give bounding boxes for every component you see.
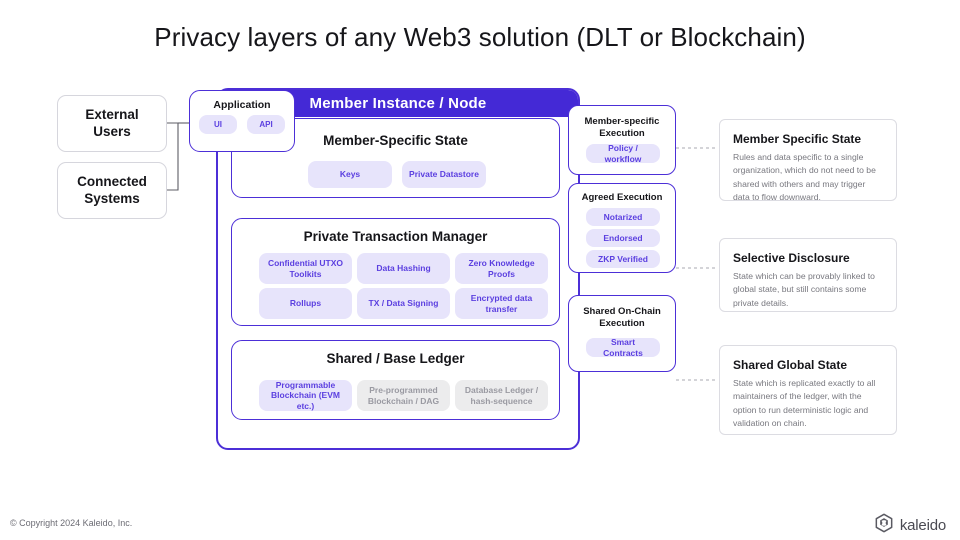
entity-label: Connected Systems — [77, 173, 147, 206]
pill-keys[interactable]: Keys — [308, 161, 392, 188]
pill-confidential-utxo-toolkits[interactable]: Confidential UTXO Toolkits — [259, 253, 352, 284]
pill-data-hashing[interactable]: Data Hashing — [357, 253, 450, 284]
exec-title: Agreed Execution — [581, 192, 663, 203]
annotation-member-specific-state: Member Specific State Rules and data spe… — [719, 119, 897, 202]
kaleido-logo-icon — [874, 513, 894, 538]
pill-api[interactable]: API — [247, 115, 285, 134]
annotation-body: State which is replicated exactly to all… — [733, 378, 876, 428]
member-instance-title: Member Instance / Node — [309, 95, 487, 112]
entity-external-users[interactable]: External Users — [57, 95, 167, 152]
pill-label: Policy / workflow — [604, 142, 642, 164]
pill-label: Data Hashing — [376, 263, 431, 274]
pill-label: UI — [214, 119, 222, 129]
pill-label: Smart Contracts — [603, 336, 643, 358]
annotation-shared-global-state: Shared Global State State which is repli… — [719, 345, 897, 435]
pill-endorsed[interactable]: Endorsed — [586, 229, 660, 247]
pill-label: Encrypted data transfer — [470, 292, 533, 314]
pill-label: Private Datastore — [409, 169, 479, 180]
pill-zkp-verified[interactable]: ZKP Verified — [586, 250, 660, 268]
pill-programmable-blockchain[interactable]: Programmable Blockchain (EVM etc.) — [259, 380, 352, 411]
copyright-text: © Copyright 2024 Kaleido, Inc. — [10, 518, 133, 528]
layer-shared-base-ledger: Shared / Base Ledger Programmable Blockc… — [231, 340, 560, 420]
exec-title: Shared On-Chain Execution — [583, 306, 661, 330]
pill-database-ledger[interactable]: Database Ledger / hash-sequence — [455, 380, 548, 411]
exec-card-member-specific-execution[interactable]: Member-specific Execution Policy / workf… — [568, 105, 676, 175]
pill-label: Zero Knowledge Proofs — [468, 257, 535, 279]
pill-label: Confidential UTXO Toolkits — [267, 257, 344, 279]
pill-smart-contracts[interactable]: Smart Contracts — [586, 336, 660, 358]
pill-label: Keys — [339, 169, 361, 180]
pill-tx-data-signing[interactable]: TX / Data Signing — [357, 288, 450, 319]
application-card[interactable]: Application UI API — [189, 90, 295, 152]
exec-card-shared-onchain-execution[interactable]: Shared On-Chain Execution Smart Contract… — [568, 295, 676, 372]
layer-title: Shared / Base Ledger — [326, 351, 465, 366]
annotation-selective-disclosure: Selective Disclosure State which can be … — [719, 238, 897, 312]
pill-label: API — [259, 119, 273, 129]
pill-pre-programmed-blockchain[interactable]: Pre-programmed Blockchain / DAG — [357, 380, 450, 411]
layer-title: Private Transaction Manager — [303, 229, 488, 244]
page-title: Privacy layers of any Web3 solution (DLT… — [154, 22, 806, 52]
application-title: Application — [213, 99, 271, 111]
annotation-title: Shared Global State — [733, 358, 848, 372]
pill-label: Database Ledger / hash-sequence — [464, 384, 539, 406]
annotation-title: Selective Disclosure — [733, 251, 850, 265]
pill-rollups[interactable]: Rollups — [259, 288, 352, 319]
kaleido-wordmark: kaleido — [899, 517, 946, 534]
exec-card-agreed-execution[interactable]: Agreed Execution Notarized Endorsed ZKP … — [568, 183, 676, 273]
layer-private-transaction-manager: Private Transaction Manager Confidential… — [231, 218, 560, 326]
pill-label: Notarized — [603, 211, 643, 222]
pill-private-datastore[interactable]: Private Datastore — [402, 161, 486, 188]
pill-label: TX / Data Signing — [368, 298, 439, 309]
pill-label: Programmable Blockchain (EVM etc.) — [271, 379, 340, 411]
annotation-title: Member Specific State — [733, 132, 862, 146]
pill-encrypted-data-transfer[interactable]: Encrypted data transfer — [455, 288, 548, 319]
pill-zero-knowledge-proofs[interactable]: Zero Knowledge Proofs — [455, 253, 548, 284]
pill-label: ZKP Verified — [598, 253, 648, 264]
pill-notarized[interactable]: Notarized — [586, 208, 660, 226]
annotation-body: State which can be provably linked to gl… — [733, 271, 875, 308]
entity-label: External Users — [85, 106, 139, 139]
exec-title: Member-specific Execution — [584, 116, 660, 140]
entity-connected-systems[interactable]: Connected Systems — [57, 162, 167, 219]
pill-policy-workflow[interactable]: Policy / workflow — [586, 142, 660, 164]
pill-label: Endorsed — [603, 232, 643, 243]
annotation-body: Rules and data specific to a single orga… — [733, 152, 876, 202]
pill-label: Pre-programmed Blockchain / DAG — [367, 384, 440, 406]
pill-ui[interactable]: UI — [199, 115, 237, 134]
pill-label: Rollups — [289, 298, 322, 309]
diagram-canvas: Privacy layers of any Web3 solution (DLT… — [0, 0, 960, 540]
kaleido-brand: kaleido — [874, 513, 946, 538]
